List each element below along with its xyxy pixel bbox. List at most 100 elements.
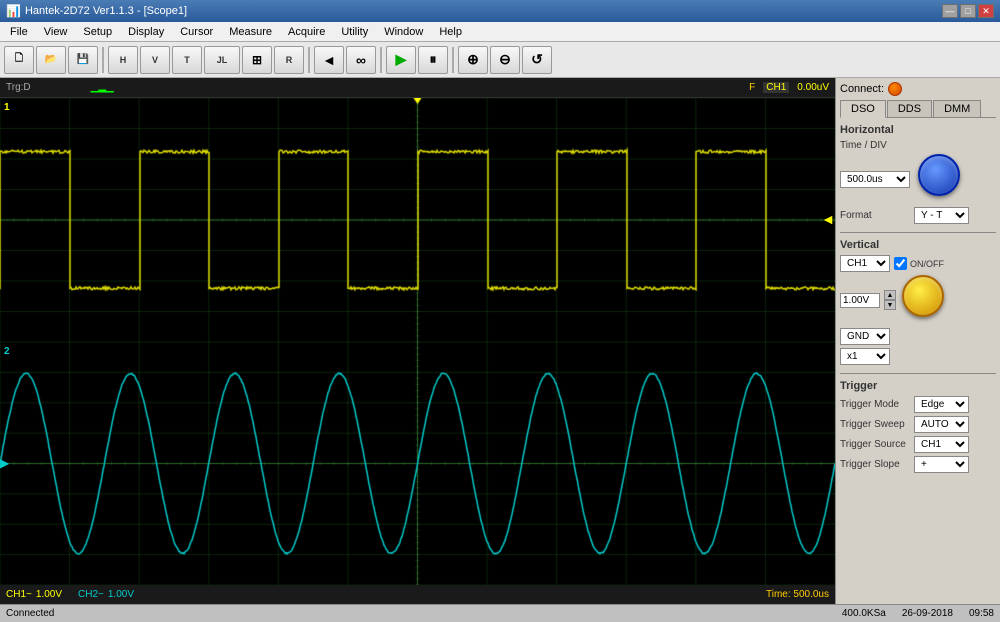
trigger-source-row: Trigger Source CH1 CH2 EXT [840,436,996,453]
sample-rate: 400.0KSa [842,608,886,619]
stop-button[interactable]: ⏸ [418,46,448,74]
format-row: Format Y - T X - Y [840,207,996,224]
trigger-flag: F [749,82,755,93]
voltage-input[interactable] [840,293,880,308]
ref-btn[interactable]: ∞ [346,46,376,74]
status-text: Connected [6,608,842,619]
ch2-label: 2 [4,346,10,357]
voltage-knob[interactable] [902,275,944,317]
ch1-info: CH1~ 1.00V [6,589,62,600]
menu-utility[interactable]: Utility [333,24,376,40]
tab-dmm[interactable]: DMM [933,100,981,117]
menu-view[interactable]: View [36,24,76,40]
trigger-slope-select[interactable]: + - [914,456,969,473]
voltage-knob-container [902,275,952,325]
trigger-title: Trigger [840,380,996,392]
trigger-source-select[interactable]: CH1 CH2 EXT [914,436,969,453]
probe-select[interactable]: x1 x10 x100 [840,348,890,365]
channel-select[interactable]: CH1 CH2 [840,255,890,272]
time-info: Time: 500.0us [766,589,829,600]
measure-button[interactable]: ⊞ [242,46,272,74]
trigger-mode-select[interactable]: Edge Pulse Video [914,396,969,413]
separator-3 [380,47,382,73]
menu-help[interactable]: Help [431,24,470,40]
ch2-waveform [0,342,835,585]
time-knob[interactable] [918,154,960,196]
trigger-button[interactable]: JL [204,46,240,74]
onoff-label: ON/OFF [910,259,944,269]
ch1-label: 1 [4,102,10,113]
trigger-mode-label: Trigger Mode [840,399,910,410]
date: 26-09-2018 [902,608,953,619]
horizontal-section: Horizontal Time / DIV 500.0us 1ms 2ms 5m… [840,124,996,224]
ch2-info-value: 1.00V [108,589,134,600]
autoscale-button[interactable]: ↺ [522,46,552,74]
menu-setup[interactable]: Setup [75,24,120,40]
panel-tabs: DSO DDS DMM [840,100,996,118]
reset-button[interactable]: R [274,46,304,74]
trigger-channel: CH1 [763,82,789,93]
zoom-out-button[interactable]: ⊖ [490,46,520,74]
ch1-right-marker: ◄ [821,211,835,227]
trigger-section: Trigger Trigger Mode Edge Pulse Video Tr… [840,380,996,473]
t-button[interactable]: T [172,46,202,74]
menu-measure[interactable]: Measure [221,24,280,40]
trigger-info: F CH1 0.00uV [749,82,829,93]
title-text: Hantek-2D72 Ver1.1.3 - [Scope1] [25,5,187,17]
trigger-sweep-label: Trigger Sweep [840,419,910,430]
channel-select-row: CH1 CH2 ON/OFF [840,255,996,272]
tab-dso[interactable]: DSO [840,100,886,118]
separator-1 [102,47,104,73]
h-button[interactable]: H [108,46,138,74]
voltage-up-button[interactable]: ▲ [884,290,896,300]
trigger-value: 0.00uV [797,82,829,93]
menu-cursor[interactable]: Cursor [172,24,221,40]
open-button[interactable]: 📂 [36,46,66,74]
app-icon: 📊 [6,4,21,18]
statusbar: Connected 400.0KSa 26-09-2018 09:58 [0,604,1000,622]
divider-2 [840,373,996,374]
menubar: File View Setup Display Cursor Measure A… [0,22,1000,42]
new-button[interactable]: 🗋 [4,46,34,74]
v-button[interactable]: V [140,46,170,74]
trigger-indicator: ▁▂▁ [91,82,114,93]
maximize-button[interactable]: □ [960,4,976,18]
format-select[interactable]: Y - T X - Y [914,207,969,224]
toolbar: 🗋 📂 💾 H V T JL ⊞ R ◄ ∞ ▶ ⏸ ⊕ ⊖ ↺ [0,42,1000,78]
menu-window[interactable]: Window [376,24,431,40]
ch2-display: 2 ▶ [0,342,835,585]
tab-dds[interactable]: DDS [887,100,932,117]
time-div-select[interactable]: 500.0us 1ms 2ms 5ms 100us 200us [840,171,910,188]
onoff-checkbox[interactable] [894,257,907,270]
format-label: Format [840,210,910,221]
menu-acquire[interactable]: Acquire [280,24,333,40]
minimize-button[interactable]: — [942,4,958,18]
ch1-info-label: CH1~ [6,589,32,600]
divider-1 [840,232,996,233]
onoff-row: ON/OFF [894,257,944,270]
ch1-waveform [0,98,835,342]
trigger-sweep-select[interactable]: AUTO NORMAL SINGLE [914,416,969,433]
ch1-display: 1 ◄ [0,98,835,342]
voltage-down-button[interactable]: ▼ [884,300,896,310]
ch1-info-value: 1.00V [36,589,62,600]
voltage-row: ▲ ▼ [840,275,996,325]
bottom-info: CH1~ 1.00V CH2~ 1.00V Time: 500.0us [0,584,835,604]
close-button[interactable]: ✕ [978,4,994,18]
cursor-btn[interactable]: ◄ [314,46,344,74]
run-button[interactable]: ▶ [386,46,416,74]
time-label: Time: [766,589,791,600]
menu-display[interactable]: Display [120,24,172,40]
coupling-select[interactable]: GND DC AC [840,328,890,345]
time: 09:58 [969,608,994,619]
ch2-info-label: CH2~ [78,589,104,600]
ch2-info: CH2~ 1.00V [78,589,134,600]
zoom-in-button[interactable]: ⊕ [458,46,488,74]
ch2-left-marker: ▶ [0,456,9,470]
trigger-status: Trg:D [6,82,31,93]
probe-row: x1 x10 x100 [840,348,996,365]
trigger-slope-label: Trigger Slope [840,459,910,470]
vertical-title: Vertical [840,239,996,251]
menu-file[interactable]: File [2,24,36,40]
save-button[interactable]: 💾 [68,46,98,74]
